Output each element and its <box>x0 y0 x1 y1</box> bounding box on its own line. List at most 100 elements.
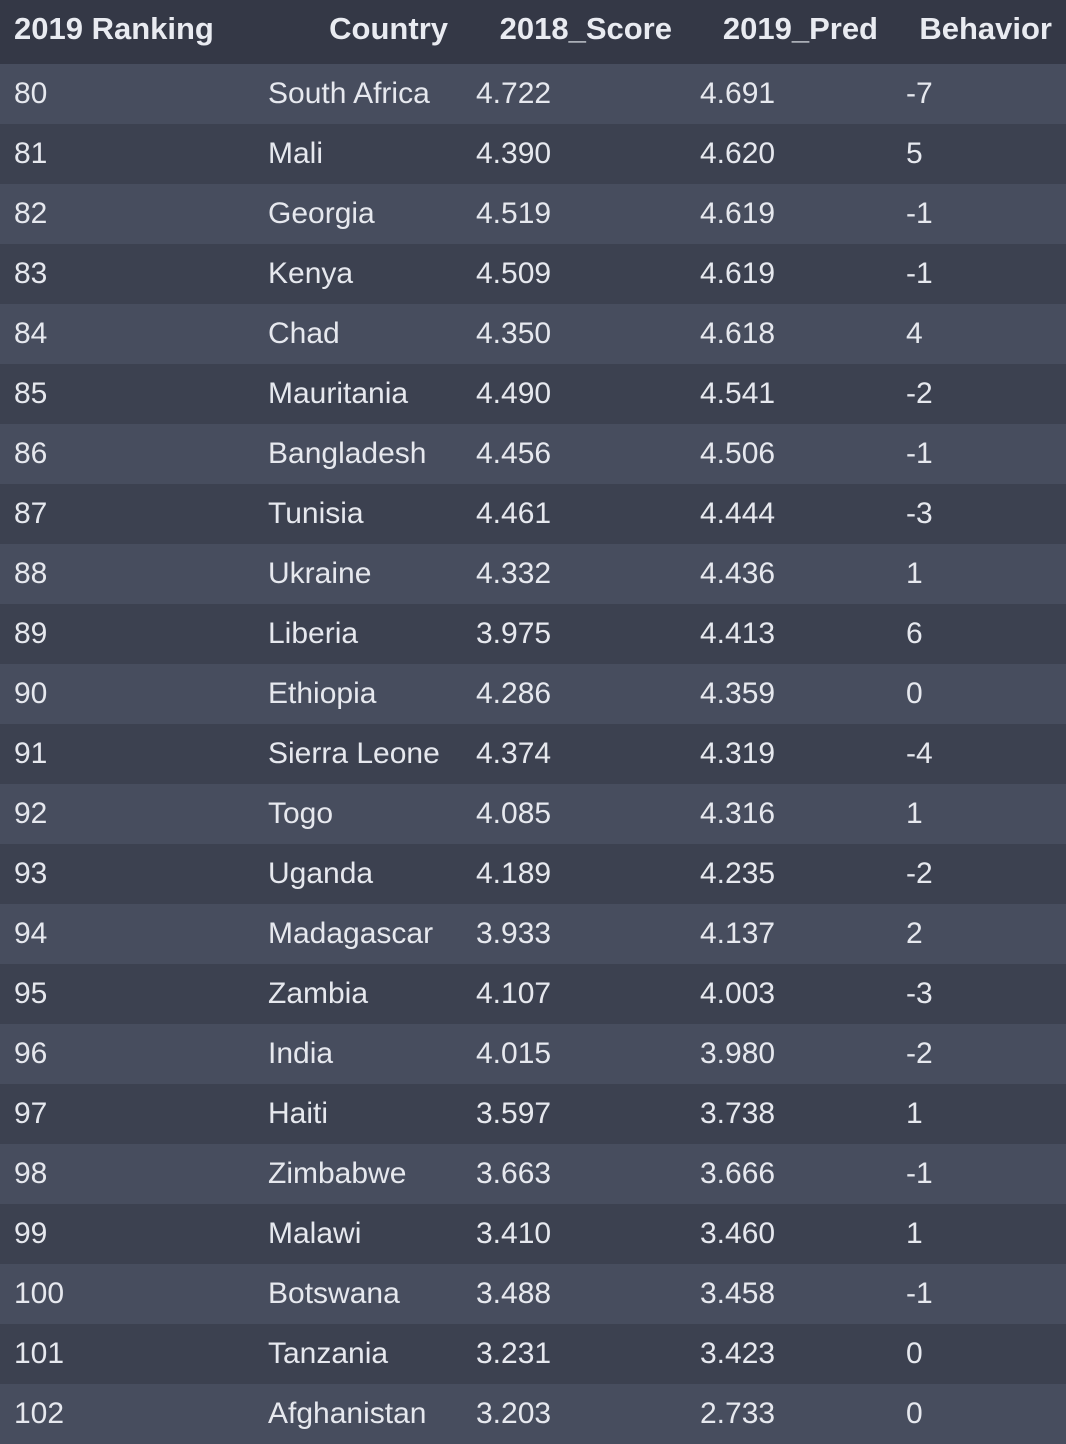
cell-2018-score: 4.456 <box>476 437 552 470</box>
cell-country: Mauritania <box>268 377 409 410</box>
cell-country: Sierra Leone <box>268 737 440 770</box>
cell-country: Mali <box>268 137 324 170</box>
cell-behavior: 1 <box>906 1097 923 1130</box>
cell-2018-score: 3.663 <box>476 1157 552 1190</box>
cell-2018-score: 3.597 <box>476 1097 552 1130</box>
cell-ranking: 86 <box>14 437 48 470</box>
cell-ranking: 87 <box>14 497 48 530</box>
cell-behavior: 2 <box>906 917 923 950</box>
cell-2019-pred: 4.235 <box>700 857 776 890</box>
cell-country: Afghanistan <box>268 1397 427 1430</box>
table-row: 88 Ukraine 4.332 4.436 1 <box>0 544 1066 604</box>
cell-country: Malawi <box>268 1217 362 1250</box>
table-row: 91 Sierra Leone 4.374 4.319 -4 <box>0 724 1066 784</box>
cell-ranking: 93 <box>14 857 48 890</box>
cell-2018-score: 4.390 <box>476 137 552 170</box>
cell-behavior: 6 <box>906 617 923 650</box>
cell-2018-score: 4.461 <box>476 497 552 530</box>
header-behavior[interactable]: Behavior <box>892 0 1066 64</box>
header-2019-ranking[interactable]: 2019 Ranking <box>0 0 254 64</box>
cell-ranking: 100 <box>14 1277 65 1310</box>
cell-country: Ukraine <box>268 557 372 590</box>
cell-ranking: 91 <box>14 737 48 770</box>
cell-2018-score: 4.350 <box>476 317 552 350</box>
cell-behavior: -1 <box>906 197 933 230</box>
cell-country: India <box>268 1037 334 1070</box>
cell-country: Kenya <box>268 257 354 290</box>
cell-behavior: 1 <box>906 797 923 830</box>
header-row: 2019 Ranking Country 2018_Score 2019_Pre… <box>0 0 1066 64</box>
cell-ranking: 96 <box>14 1037 48 1070</box>
cell-behavior: -7 <box>906 77 933 110</box>
cell-behavior: -2 <box>906 377 933 410</box>
cell-2019-pred: 4.619 <box>700 257 776 290</box>
table-row: 81 Mali 4.390 4.620 5 <box>0 124 1066 184</box>
cell-ranking: 89 <box>14 617 48 650</box>
cell-2018-score: 4.107 <box>476 977 552 1010</box>
cell-ranking: 101 <box>14 1337 65 1370</box>
table-row: 102 Afghanistan 3.203 2.733 0 <box>0 1384 1066 1444</box>
cell-country: Uganda <box>268 857 374 890</box>
cell-behavior: -4 <box>906 737 933 770</box>
table-row: 97 Haiti 3.597 3.738 1 <box>0 1084 1066 1144</box>
cell-2019-pred: 4.691 <box>700 77 776 110</box>
cell-2018-score: 3.488 <box>476 1277 552 1310</box>
cell-2019-pred: 3.666 <box>700 1157 776 1190</box>
cell-2018-score: 4.509 <box>476 257 552 290</box>
table-row: 98 Zimbabwe 3.663 3.666 -1 <box>0 1144 1066 1204</box>
table-row: 100 Botswana 3.488 3.458 -1 <box>0 1264 1066 1324</box>
cell-2019-pred: 3.460 <box>700 1217 776 1250</box>
table-row: 101 Tanzania 3.231 3.423 0 <box>0 1324 1066 1384</box>
cell-behavior: 0 <box>906 1337 923 1370</box>
cell-2019-pred: 3.738 <box>700 1097 776 1130</box>
cell-2019-pred: 4.319 <box>700 737 776 770</box>
cell-behavior: 0 <box>906 1397 923 1430</box>
table-row: 95 Zambia 4.107 4.003 -3 <box>0 964 1066 1024</box>
cell-2019-pred: 2.733 <box>700 1397 776 1430</box>
cell-ranking: 90 <box>14 677 48 710</box>
cell-ranking: 82 <box>14 197 48 230</box>
cell-2019-pred: 4.618 <box>700 317 776 350</box>
cell-ranking: 99 <box>14 1217 48 1250</box>
header-2019-pred[interactable]: 2019_Pred <box>686 0 892 64</box>
header-2018-score[interactable]: 2018_Score <box>462 0 686 64</box>
table-row: 86 Bangladesh 4.456 4.506 -1 <box>0 424 1066 484</box>
table-row: 83 Kenya 4.509 4.619 -1 <box>0 244 1066 304</box>
cell-2019-pred: 4.137 <box>700 917 776 950</box>
cell-ranking: 84 <box>14 317 48 350</box>
cell-2019-pred: 4.436 <box>700 557 776 590</box>
cell-ranking: 92 <box>14 797 48 830</box>
cell-country: Haiti <box>268 1097 329 1130</box>
cell-behavior: 0 <box>906 677 923 710</box>
table-row: 90 Ethiopia 4.286 4.359 0 <box>0 664 1066 724</box>
cell-ranking: 83 <box>14 257 48 290</box>
table-row: 92 Togo 4.085 4.316 1 <box>0 784 1066 844</box>
cell-2018-score: 3.231 <box>476 1337 552 1370</box>
table-header: 2019 Ranking Country 2018_Score 2019_Pre… <box>0 0 1066 64</box>
header-country[interactable]: Country <box>254 0 462 64</box>
cell-country: Togo <box>268 797 334 830</box>
cell-2019-pred: 3.423 <box>700 1337 776 1370</box>
cell-behavior: -3 <box>906 497 933 530</box>
table-row: 87 Tunisia 4.461 4.444 -3 <box>0 484 1066 544</box>
cell-2019-pred: 4.003 <box>700 977 776 1010</box>
cell-ranking: 102 <box>14 1397 65 1430</box>
cell-country: Chad <box>268 317 340 350</box>
cell-2018-score: 4.085 <box>476 797 552 830</box>
cell-country: Botswana <box>268 1277 400 1310</box>
table-row: 84 Chad 4.350 4.618 4 <box>0 304 1066 364</box>
cell-ranking: 94 <box>14 917 48 950</box>
cell-2018-score: 4.332 <box>476 557 552 590</box>
cell-country: South Africa <box>268 77 430 110</box>
cell-ranking: 97 <box>14 1097 48 1130</box>
cell-2018-score: 4.722 <box>476 77 552 110</box>
cell-ranking: 88 <box>14 557 48 590</box>
cell-behavior: -1 <box>906 1277 933 1310</box>
cell-ranking: 98 <box>14 1157 48 1190</box>
cell-2019-pred: 4.444 <box>700 497 776 530</box>
cell-2018-score: 3.975 <box>476 617 552 650</box>
table-row: 85 Mauritania 4.490 4.541 -2 <box>0 364 1066 424</box>
cell-2018-score: 4.374 <box>476 737 552 770</box>
cell-2018-score: 4.189 <box>476 857 552 890</box>
cell-behavior: -1 <box>906 257 933 290</box>
